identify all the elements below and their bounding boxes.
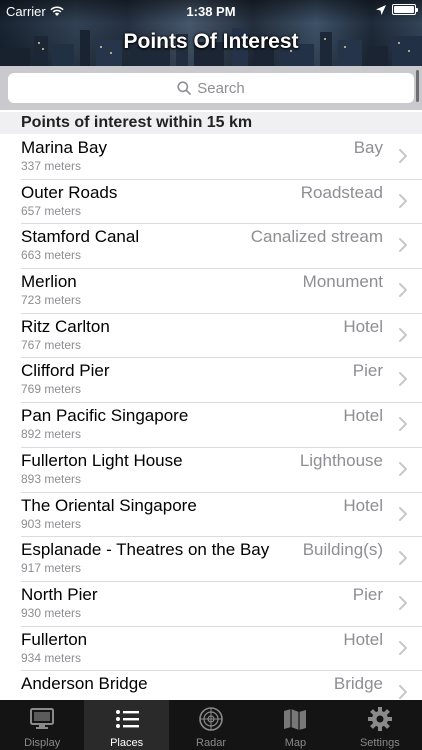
chevron-right-icon <box>399 640 407 655</box>
place-type: Pier <box>352 584 383 604</box>
list-item[interactable]: Anderson Bridge Bridge <box>0 670 422 700</box>
list-item[interactable]: Esplanade - Theatres on the Bay 917 meter… <box>0 536 422 582</box>
gear-icon <box>367 707 392 731</box>
list-item[interactable]: Stamford Canal 663 meters Canalized stream <box>0 223 422 270</box>
chevron-right-icon <box>399 327 407 342</box>
list-item[interactable]: Clifford Pier 769 meters Pier <box>0 357 422 404</box>
chevron-right-icon <box>399 149 407 163</box>
place-distance: 337 meters <box>21 159 82 173</box>
tab-label: Places <box>110 737 144 749</box>
place-type: Roadstead <box>300 182 383 202</box>
search-bar: Search <box>0 66 422 110</box>
chevron-right-icon <box>399 595 407 610</box>
chevron-right-icon <box>399 372 407 387</box>
radar-icon <box>199 707 223 731</box>
scroll-indicator <box>416 70 419 102</box>
chevron-right-icon <box>399 506 407 521</box>
place-distance: 769 meters <box>21 382 82 397</box>
chevron-right-icon <box>399 551 407 566</box>
status-bar: Carrier 1:38 PM <box>0 0 422 22</box>
page-title: Points Of Interest <box>123 30 299 53</box>
place-name: Stamford Canal <box>21 227 140 247</box>
tab-places[interactable]: Places <box>84 700 169 750</box>
tab-settings[interactable]: Settings <box>338 700 422 750</box>
place-type: Bay <box>353 138 383 157</box>
place-type: Hotel <box>343 629 383 649</box>
place-distance: 903 meters <box>21 516 82 531</box>
place-distance: 663 meters <box>21 248 82 263</box>
chevron-right-icon <box>399 283 407 298</box>
chevron-right-icon <box>399 685 407 700</box>
place-distance: 767 meters <box>21 337 82 352</box>
place-distance: 657 meters <box>21 203 82 218</box>
search-input[interactable]: Search <box>8 73 414 103</box>
place-type: Bridge <box>333 674 383 694</box>
location-arrow-icon <box>376 4 386 15</box>
search-placeholder: Search <box>197 79 245 97</box>
place-type: Hotel <box>343 406 383 426</box>
list-icon <box>115 710 139 728</box>
list-item[interactable]: Outer Roads 657 meters Roadstead <box>0 179 422 225</box>
list-item[interactable]: Marina Bay 337 meters Bay <box>0 134 422 180</box>
header-bar: Carrier 1:38 PM Points Of Interest <box>0 0 422 66</box>
tab-label: Radar <box>196 737 226 749</box>
status-time: 1:38 PM <box>186 4 236 19</box>
tab-label: Settings <box>359 737 400 749</box>
tab-map[interactable]: Map <box>253 700 337 750</box>
place-name: North Pier <box>21 584 98 604</box>
list-item[interactable]: Pan Pacific Singapore 892 meters Hotel <box>0 402 422 448</box>
place-name: Merlion <box>21 272 77 292</box>
place-name: Clifford Pier <box>21 361 110 381</box>
place-name: Pan Pacific Singapore <box>21 406 189 426</box>
list-item[interactable]: North Pier 930 meters Pier <box>0 581 422 627</box>
place-name: Fullerton <box>21 629 88 649</box>
place-distance: 723 meters <box>21 293 82 308</box>
place-name: Anderson Bridge <box>21 674 148 694</box>
place-type: Lighthouse <box>299 450 383 470</box>
tab-display[interactable]: Display <box>0 700 84 750</box>
display-icon <box>30 708 55 729</box>
battery-icon <box>392 4 418 15</box>
place-name: Marina Bay <box>21 138 107 157</box>
chevron-right-icon <box>399 238 407 253</box>
section-header: Points of interest within 15 km <box>0 112 422 134</box>
place-type: Building(s) <box>302 540 383 560</box>
tab-bar: Display Places Radar Map Settings <box>0 700 422 750</box>
list-item[interactable]: The Oriental Singapore 903 meters Hotel <box>0 492 422 538</box>
list-item[interactable]: Merlion 723 meters Monument <box>0 268 422 314</box>
chevron-right-icon <box>399 193 407 208</box>
place-type: Hotel <box>343 316 383 336</box>
place-distance: 934 meters <box>21 650 82 665</box>
tab-radar[interactable]: Radar <box>169 700 253 750</box>
place-name: Ritz Carlton <box>21 316 110 336</box>
place-distance: 893 meters <box>21 471 82 486</box>
place-distance: 930 meters <box>21 605 82 620</box>
place-type: Monument <box>302 272 383 292</box>
chevron-right-icon <box>399 461 407 476</box>
map-icon <box>284 709 307 730</box>
list-item[interactable]: Fullerton 934 meters Hotel <box>0 626 422 672</box>
place-type: Canalized stream <box>250 227 383 247</box>
tab-label: Display <box>24 737 61 749</box>
list-item[interactable]: Fullerton Light House 893 meters Lighthous… <box>0 447 422 493</box>
place-name: Esplanade - Theatres on the Bay <box>21 540 270 560</box>
battery-level <box>394 6 414 13</box>
place-distance: 917 meters <box>21 561 82 576</box>
place-name: The Oriental Singapore <box>21 495 197 515</box>
place-distance: 892 meters <box>21 427 82 442</box>
places-list: Marina Bay 337 meters Bay Outer Roads 657 me… <box>0 134 422 700</box>
place-name: Fullerton Light House <box>21 450 183 470</box>
list-item[interactable]: Ritz Carlton 767 meters Hotel <box>0 313 422 359</box>
place-type: Pier <box>352 361 383 381</box>
chevron-right-icon <box>399 417 407 432</box>
place-name: Outer Roads <box>21 182 118 202</box>
search-icon <box>177 81 192 95</box>
tab-label: Map <box>284 737 307 749</box>
place-type: Hotel <box>343 495 383 515</box>
